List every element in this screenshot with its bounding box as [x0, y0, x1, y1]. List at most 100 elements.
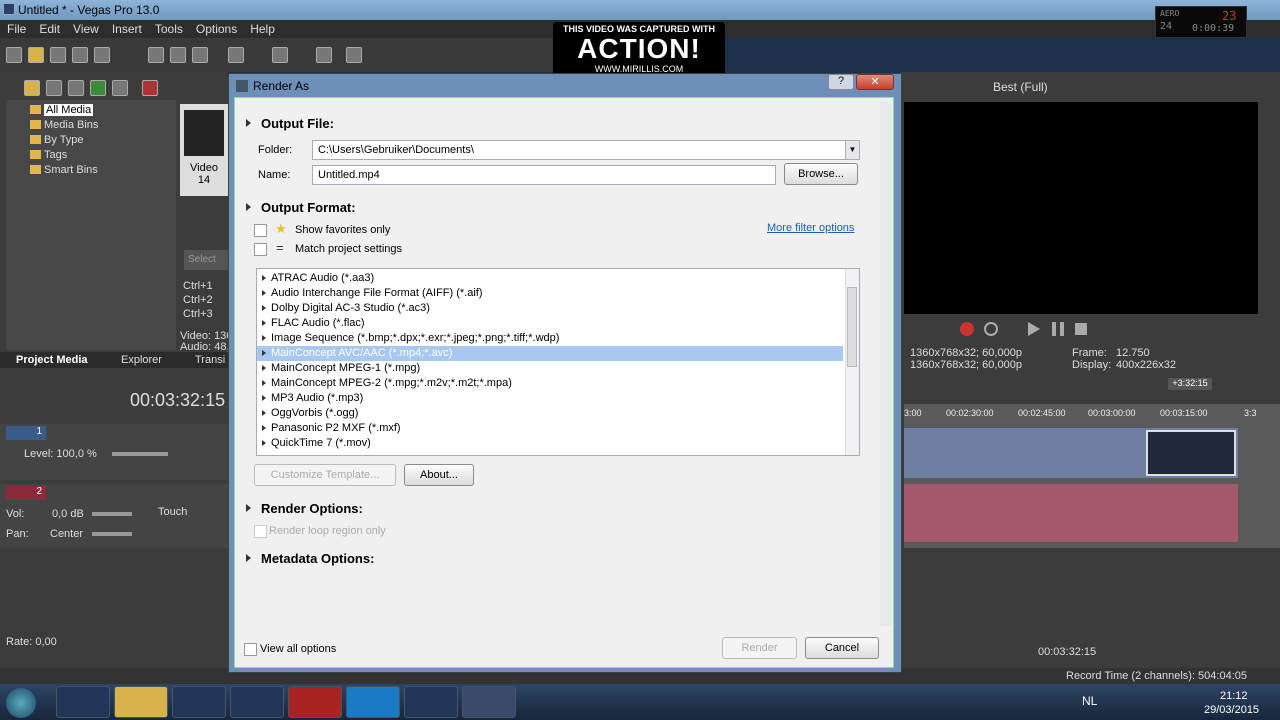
format-expand-icon[interactable]	[262, 380, 266, 386]
open-folder-icon[interactable]	[28, 47, 44, 63]
undo-icon[interactable]	[228, 47, 244, 63]
format-expand-icon[interactable]	[262, 410, 266, 416]
taskbar-vegas-icon[interactable]	[462, 686, 516, 718]
dialog-help-button[interactable]: ?	[828, 74, 854, 90]
menu-edit[interactable]: Edit	[32, 20, 66, 36]
metadata-options-expand-icon[interactable]	[246, 554, 251, 562]
format-item[interactable]: Image Sequence (*.bmp;*.dpx;*.exr;*.jpeg…	[257, 331, 843, 346]
show-favorites-checkbox[interactable]	[254, 224, 267, 237]
format-item[interactable]: Panasonic P2 MXF (*.mxf)	[257, 421, 843, 436]
volume-slider[interactable]	[92, 512, 132, 516]
menu-tools[interactable]: Tools	[148, 20, 189, 36]
paste-icon[interactable]	[192, 47, 208, 63]
format-expand-icon[interactable]	[262, 290, 266, 296]
new-file-icon[interactable]	[6, 47, 22, 63]
tree-item-by-type[interactable]: By Type	[30, 134, 84, 146]
taskbar-explorer-icon[interactable]	[114, 686, 168, 718]
menu-view[interactable]: View	[66, 20, 105, 36]
tree-item-all-media[interactable]: All Media	[30, 104, 94, 116]
folder-dropdown-icon[interactable]: ▼	[845, 141, 859, 159]
format-item[interactable]: ATRAC Audio (*.aa3)	[257, 271, 843, 286]
pan-slider[interactable]	[92, 532, 132, 536]
menu-options[interactable]: Options	[189, 20, 243, 36]
format-expand-icon[interactable]	[262, 440, 266, 446]
tree-item-tags[interactable]: Tags	[30, 149, 67, 161]
output-file-expand-icon[interactable]	[246, 119, 251, 127]
explorer-toolbar-icon[interactable]	[24, 80, 40, 96]
format-item[interactable]: FLAC Audio (*.flac)	[257, 316, 843, 331]
cancel-button[interactable]: Cancel	[805, 637, 879, 659]
dialog-close-button[interactable]: ✕	[856, 74, 894, 90]
taskbar-app-1-icon[interactable]	[56, 686, 110, 718]
format-expand-icon[interactable]	[262, 305, 266, 311]
menu-file[interactable]: File	[0, 20, 32, 36]
tab-explorer[interactable]: Explorer	[121, 354, 162, 366]
taskbar-creative-cloud-icon[interactable]	[288, 686, 342, 718]
format-expand-icon[interactable]	[262, 320, 266, 326]
format-expand-icon[interactable]	[262, 350, 266, 356]
format-expand-icon[interactable]	[262, 365, 266, 371]
start-button-icon[interactable]	[6, 688, 36, 718]
match-project-checkbox[interactable]	[254, 243, 267, 256]
name-input[interactable]: Untitled.mp4	[312, 165, 776, 185]
cut-icon[interactable]	[148, 47, 164, 63]
loop-icon[interactable]	[984, 322, 998, 336]
format-item[interactable]: MainConcept AVC/AAC (*.mp4;*.avc)	[257, 346, 843, 361]
format-list-scroll-thumb[interactable]	[847, 287, 857, 367]
about-button[interactable]: About...	[404, 464, 474, 486]
search-media-icon[interactable]	[112, 80, 128, 96]
media-thumbnail[interactable]: Video 14	[180, 104, 228, 196]
format-expand-icon[interactable]	[262, 335, 266, 341]
tree-item-media-bins[interactable]: Media Bins	[30, 119, 98, 131]
tree-item-smart-bins[interactable]: Smart Bins	[30, 164, 98, 176]
pause-icon[interactable]	[1052, 322, 1064, 336]
refresh-icon[interactable]	[90, 80, 106, 96]
menu-insert[interactable]: Insert	[105, 20, 148, 36]
save-icon[interactable]	[50, 47, 66, 63]
output-format-expand-icon[interactable]	[246, 203, 251, 211]
record-icon[interactable]	[960, 322, 974, 336]
more-filter-options-link[interactable]: More filter options	[767, 222, 854, 234]
render-options-expand-icon[interactable]	[246, 504, 251, 512]
envelope-tool-icon[interactable]	[346, 47, 362, 63]
audio-track-lane[interactable]	[904, 484, 1238, 542]
folder-combobox[interactable]: C:\Users\Gebruiker\Documents\	[312, 140, 860, 160]
touch-mode[interactable]: Touch	[158, 506, 187, 518]
taskbar-skype-icon[interactable]	[346, 686, 400, 718]
format-item[interactable]: MP3 Audio (*.mp3)	[257, 391, 843, 406]
view-all-options-checkbox[interactable]	[244, 643, 257, 656]
select-input[interactable]: Select	[184, 250, 228, 270]
level-slider[interactable]	[112, 452, 168, 456]
browse-button[interactable]: Browse...	[784, 163, 858, 185]
preview-quality-select[interactable]: Best (Full)	[993, 80, 1048, 94]
render-button[interactable]: Render	[722, 637, 797, 659]
tab-project-media[interactable]: Project Media	[16, 354, 88, 366]
taskbar-app-4-icon[interactable]	[230, 686, 284, 718]
remove-icon[interactable]	[142, 80, 158, 96]
taskbar-chrome-icon[interactable]	[172, 686, 226, 718]
format-item[interactable]: Dolby Digital AC-3 Studio (*.ac3)	[257, 301, 843, 316]
stop-icon[interactable]	[1075, 323, 1087, 335]
render-loop-checkbox[interactable]	[254, 525, 267, 538]
format-item[interactable]: MainConcept MPEG-1 (*.mpg)	[257, 361, 843, 376]
tab-transitions[interactable]: Transi	[195, 354, 225, 366]
capture-icon[interactable]	[68, 80, 84, 96]
edit-tool-icon[interactable]	[316, 47, 332, 63]
menu-help[interactable]: Help	[243, 20, 281, 36]
customize-template-button[interactable]: Customize Template...	[254, 464, 396, 486]
dialog-scrollbar[interactable]	[880, 102, 892, 626]
format-item[interactable]: OggVorbis (*.ogg)	[257, 406, 843, 421]
video-event-clip[interactable]	[1146, 430, 1236, 476]
format-item[interactable]: QuickTime 7 (*.mov)	[257, 436, 843, 451]
import-icon[interactable]	[46, 80, 62, 96]
properties-icon[interactable]	[94, 47, 110, 63]
redo-icon[interactable]	[272, 47, 288, 63]
format-item[interactable]: Audio Interchange File Format (AIFF) (*.…	[257, 286, 843, 301]
play-icon[interactable]	[1028, 322, 1040, 336]
format-item[interactable]: MainConcept MPEG-2 (*.mpg;*.m2v;*.m2t;*.…	[257, 376, 843, 391]
format-expand-icon[interactable]	[262, 275, 266, 281]
taskbar-language[interactable]: NL	[1082, 694, 1097, 708]
copy-icon[interactable]	[170, 47, 186, 63]
format-expand-icon[interactable]	[262, 395, 266, 401]
format-expand-icon[interactable]	[262, 425, 266, 431]
